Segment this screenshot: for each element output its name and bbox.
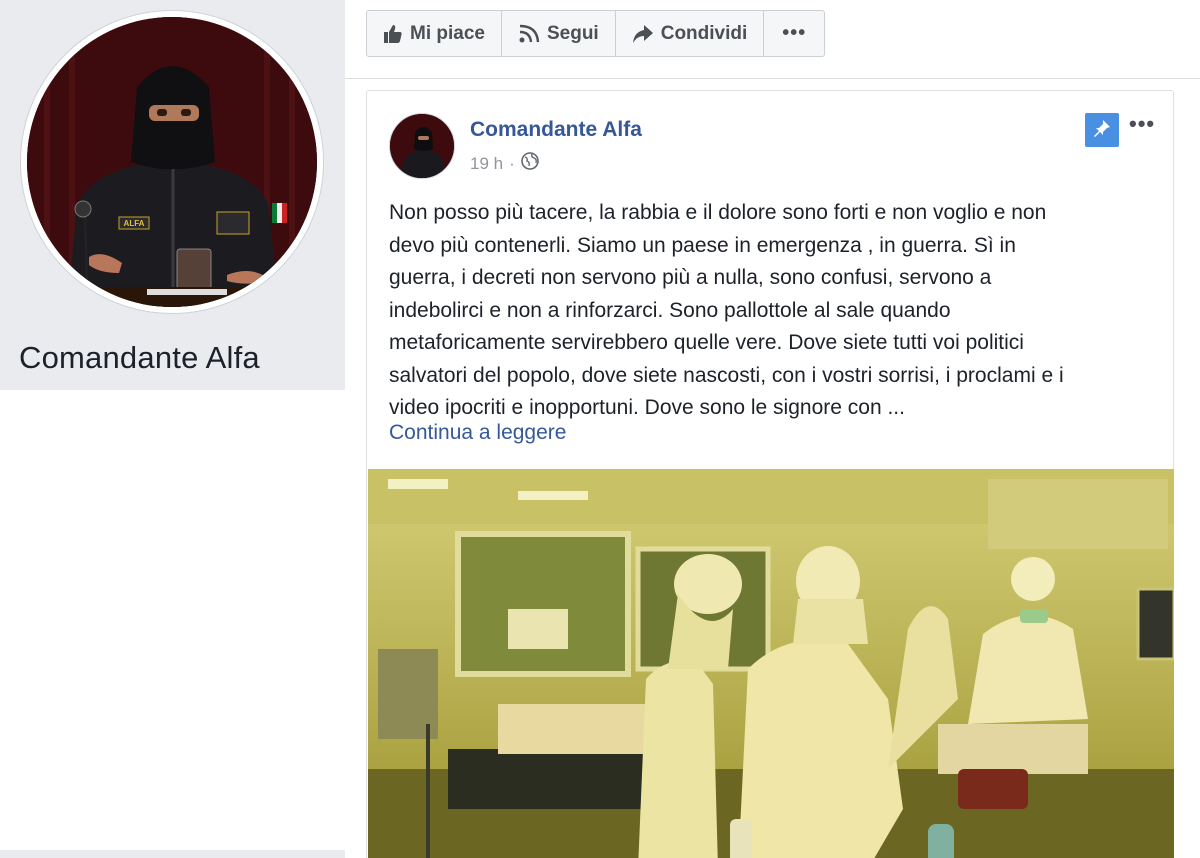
share-button-label: Condividi [660, 22, 748, 44]
post-text-line: guerra, i decreti non servono più a null… [389, 266, 992, 289]
post-meta: 19 h · [470, 152, 539, 175]
post-timestamp[interactable]: 19 h [470, 154, 503, 174]
post-text-line: Non posso più tacere, la rabbia e il dol… [389, 201, 1047, 224]
post-text-line: salvatori del popolo, dove siete nascost… [389, 363, 1064, 387]
post-text-line: metaforicamente servirebbero quelle vere… [389, 331, 1024, 354]
thumbs-up-icon [383, 24, 403, 44]
post-body: Non posso più tacere, la rabbia e il dol… [389, 197, 1159, 425]
post-text-line: devo più contenerli. Siamo un paese in e… [389, 233, 1016, 257]
rss-icon [518, 24, 540, 44]
sidebar-footer-bar [0, 850, 345, 858]
hospital-ward-illustration [368, 469, 1174, 858]
profile-photo: ALFA [27, 17, 317, 307]
post-author-avatar[interactable] [389, 113, 455, 179]
profile-photo-illustration: ALFA [27, 17, 317, 307]
pin-icon [1092, 118, 1112, 143]
header-divider [345, 78, 1200, 79]
post-options-button[interactable]: ••• [1129, 111, 1155, 137]
post-photo[interactable] [368, 469, 1174, 858]
share-button[interactable]: Condividi [616, 11, 765, 56]
post-text-line: indebolirci e non a rinforzarci. Sono pa… [389, 298, 951, 322]
profile-name[interactable]: Comandante Alfa [19, 340, 260, 376]
follow-button[interactable]: Segui [502, 11, 616, 56]
meta-separator: · [509, 153, 515, 173]
facebook-page: ALFA Comandante Alfa Mi piace Segui Cond… [0, 0, 1200, 858]
globe-icon[interactable] [520, 152, 539, 175]
follow-button-label: Segui [546, 22, 599, 44]
like-button[interactable]: Mi piace [367, 11, 502, 56]
post-text-line: video ipocriti e inopportuni. Dove sono … [389, 396, 905, 419]
read-more-link[interactable]: Continua a leggere [389, 421, 566, 445]
like-button-label: Mi piace [410, 22, 485, 44]
share-arrow-icon [632, 24, 654, 44]
post-author-name[interactable]: Comandante Alfa [470, 118, 642, 142]
pin-button[interactable] [1085, 113, 1119, 147]
more-options-button[interactable]: ••• [764, 11, 824, 56]
uniform-badge-text: ALFA [124, 219, 145, 228]
post-avatar-illustration [390, 114, 454, 178]
profile-sidebar: ALFA Comandante Alfa [0, 0, 345, 390]
pinned-post: Comandante Alfa 19 h · ••• Non posso più… [366, 90, 1174, 858]
page-action-bar: Mi piace Segui Condividi ••• [366, 10, 826, 57]
profile-avatar[interactable]: ALFA [20, 10, 324, 314]
